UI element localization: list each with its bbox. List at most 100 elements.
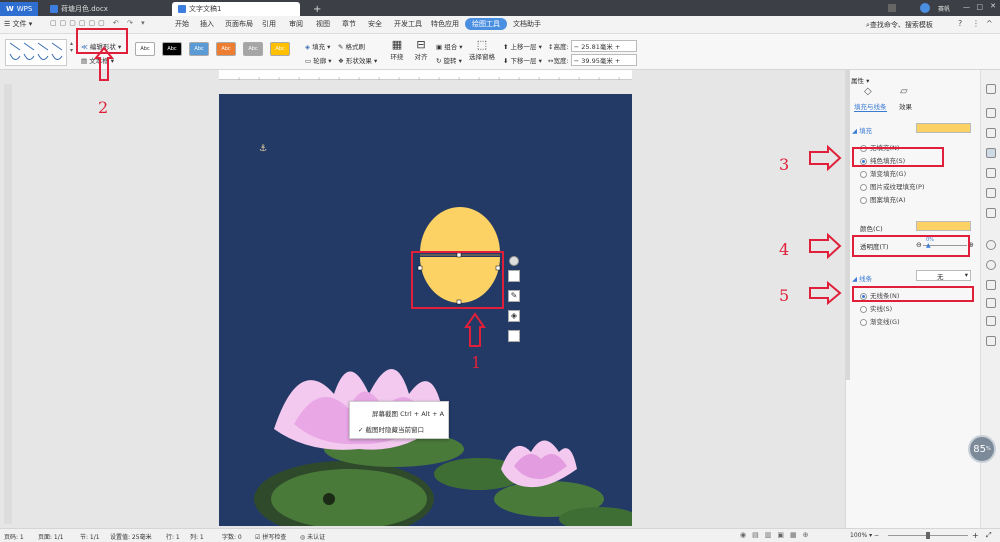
zoom-in-icon[interactable]: + — [972, 531, 979, 540]
tab-doc1[interactable]: 荷塘月色.docx — [44, 2, 114, 16]
align-button[interactable]: ⊟ 对齐 — [412, 38, 430, 61]
select-icon[interactable] — [986, 108, 996, 118]
help-circle-icon[interactable] — [986, 240, 996, 250]
layout-options-icon[interactable] — [508, 270, 520, 282]
translate-icon[interactable] — [986, 208, 996, 218]
width-input[interactable]: − 39.95毫米 + — [570, 54, 637, 66]
document-page[interactable]: ⚓ ✎ ◈ — [219, 94, 632, 526]
style-gray[interactable]: Abc — [243, 42, 263, 56]
shape-effect-button[interactable]: ❖ 形状效果 ▾ — [338, 55, 377, 65]
panel-scrollbar[interactable] — [846, 70, 850, 380]
status-section: 节: 1/1 — [80, 534, 100, 541]
shape-icon[interactable] — [986, 84, 996, 94]
document-icon[interactable] — [986, 280, 996, 290]
line-solid-option[interactable]: 实线(S) — [860, 303, 892, 313]
fill-quick-icon[interactable]: ◈ — [508, 310, 520, 322]
style-gold[interactable]: Abc — [270, 42, 290, 56]
minimize-icon[interactable]: — — [963, 3, 970, 11]
history-icon[interactable] — [986, 260, 996, 270]
new-tab-button[interactable]: + — [307, 2, 327, 16]
quick-access-toolbar[interactable]: ▢▢▢▢▢▢ ↶ ↷ ▾ — [50, 19, 148, 27]
tab-effect[interactable]: 效果 — [899, 101, 912, 111]
selection-pane-button[interactable]: ⬚ 选择窗格 — [468, 38, 496, 61]
zoom-control[interactable]: 100% ▾ − — [850, 532, 879, 539]
style-white[interactable]: Abc — [135, 42, 155, 56]
send-backward-button[interactable]: ⬇ 下移一层 ▾ — [503, 55, 542, 65]
certification-status[interactable]: ◎ 未认证 — [300, 532, 325, 541]
fill-button[interactable]: ◈ 填充 ▾ — [305, 41, 330, 51]
color-dropdown[interactable] — [916, 221, 971, 231]
style-blue[interactable]: Abc — [189, 42, 209, 56]
avatar[interactable] — [920, 3, 930, 13]
annotation-box-4 — [852, 235, 970, 257]
menu-review[interactable]: 审阅 — [289, 19, 303, 29]
outline-quick-icon[interactable] — [508, 330, 520, 342]
fill-picture-option[interactable]: 图片或纹理填充(P) — [860, 181, 925, 191]
edit-icon[interactable]: ✎ — [508, 290, 520, 302]
menu-page-layout[interactable]: 页面布局 — [225, 19, 253, 29]
fill-gradient-option[interactable]: 渐变填充(G) — [860, 168, 906, 178]
menu-item-hide-window[interactable]: ✓ 截图时隐藏当前窗口 — [358, 424, 424, 434]
style-icon[interactable] — [986, 128, 996, 138]
wrap-button[interactable]: ▦ 环绕 — [388, 38, 406, 61]
tab-wps[interactable]: W WPS — [0, 2, 39, 16]
help-icon[interactable]: ? — [958, 19, 962, 28]
collapse-icon[interactable] — [509, 256, 519, 266]
close-icon[interactable]: ✕ — [990, 2, 996, 10]
shape-gallery[interactable] — [5, 39, 67, 66]
menu-insert[interactable]: 插入 — [200, 19, 214, 29]
line-section-header[interactable]: ◢ 线条 — [852, 273, 872, 283]
annotation-number-1: 1 — [471, 353, 482, 372]
menu-item-screenshot[interactable]: 屏幕截图 Ctrl + Alt + A — [372, 408, 444, 418]
line-gradient-option[interactable]: 渐变线(G) — [860, 316, 900, 326]
maximize-icon[interactable]: □ — [976, 3, 983, 11]
outline-button[interactable]: ▭ 轮廓 ▾ — [305, 55, 332, 65]
horizontal-ruler[interactable] — [219, 70, 632, 80]
style-black[interactable]: Abc — [162, 42, 182, 56]
format-brush-button[interactable]: ✎ 格式刷 — [338, 41, 365, 51]
skin-icon[interactable] — [888, 4, 896, 12]
fill-pattern-option[interactable]: 图案填充(A) — [860, 194, 906, 204]
tab-fill-line[interactable]: 填充与线条 — [854, 101, 887, 112]
menu-features[interactable]: 特色应用 — [431, 19, 459, 29]
fit-icon[interactable]: ⤢ — [986, 531, 992, 540]
rotate-button[interactable]: ↻ 旋转 ▾ — [436, 55, 462, 65]
line-style-dropdown[interactable]: 无 ▾ — [916, 270, 971, 281]
share-icon[interactable] — [986, 298, 996, 308]
properties-icon[interactable] — [986, 148, 996, 158]
menu-chapter[interactable]: 章节 — [342, 19, 356, 29]
more-icon[interactable]: ⋮ — [972, 19, 980, 28]
speed-badge[interactable]: 85% — [968, 435, 996, 463]
view-mode-icons[interactable]: ◉▤▥▣▦⊕ — [740, 531, 814, 539]
menu-doc-assistant[interactable]: 文档助手 — [513, 19, 541, 29]
annotation-number-5: 5 — [779, 286, 790, 305]
crop-icon[interactable] — [986, 336, 996, 346]
copy-icon[interactable] — [986, 188, 996, 198]
bring-forward-button[interactable]: ⬆ 上移一层 ▾ — [503, 41, 542, 51]
menu-drawing-tools[interactable]: 绘图工具 — [465, 18, 507, 30]
file-menu[interactable]: ☰ 文件 ▾ — [4, 19, 32, 29]
style-orange[interactable]: Abc — [216, 42, 236, 56]
status-page: 页码: 1 — [4, 534, 24, 541]
search-command[interactable]: ⌕查找命令、搜索模板 — [866, 20, 933, 30]
image-icon[interactable] — [986, 316, 996, 326]
tab-doc2[interactable]: 文字文稿1 — [172, 2, 300, 16]
fill-section-header[interactable]: ◢ 填充 — [852, 125, 872, 135]
status-row: 行: 1 — [166, 534, 180, 541]
group-button[interactable]: ▣ 组合 ▾ — [436, 41, 463, 51]
menu-view[interactable]: 视图 — [316, 19, 330, 29]
menu-dev-tools[interactable]: 开发工具 — [394, 19, 422, 29]
height-input[interactable]: − 25.81毫米 + — [570, 40, 637, 52]
gallery-scroll-icon[interactable]: ▴ ▾ — [70, 40, 73, 54]
menu-reference[interactable]: 引用 — [262, 19, 276, 29]
fill-color-dropdown[interactable] — [916, 123, 971, 133]
zoom-slider-thumb[interactable] — [926, 532, 930, 539]
collapse-ribbon-icon[interactable]: ^ — [986, 19, 993, 28]
vertical-ruler[interactable] — [4, 84, 12, 524]
textbox-button[interactable]: ▤ 文本框 ▾ — [81, 55, 114, 65]
lock-icon[interactable] — [986, 168, 996, 178]
ruler-ticks — [238, 77, 620, 80]
menu-start[interactable]: 开始 — [175, 19, 189, 29]
menu-security[interactable]: 安全 — [368, 19, 382, 29]
spell-check-toggle[interactable]: ☑ 拼写检查 — [255, 532, 286, 541]
